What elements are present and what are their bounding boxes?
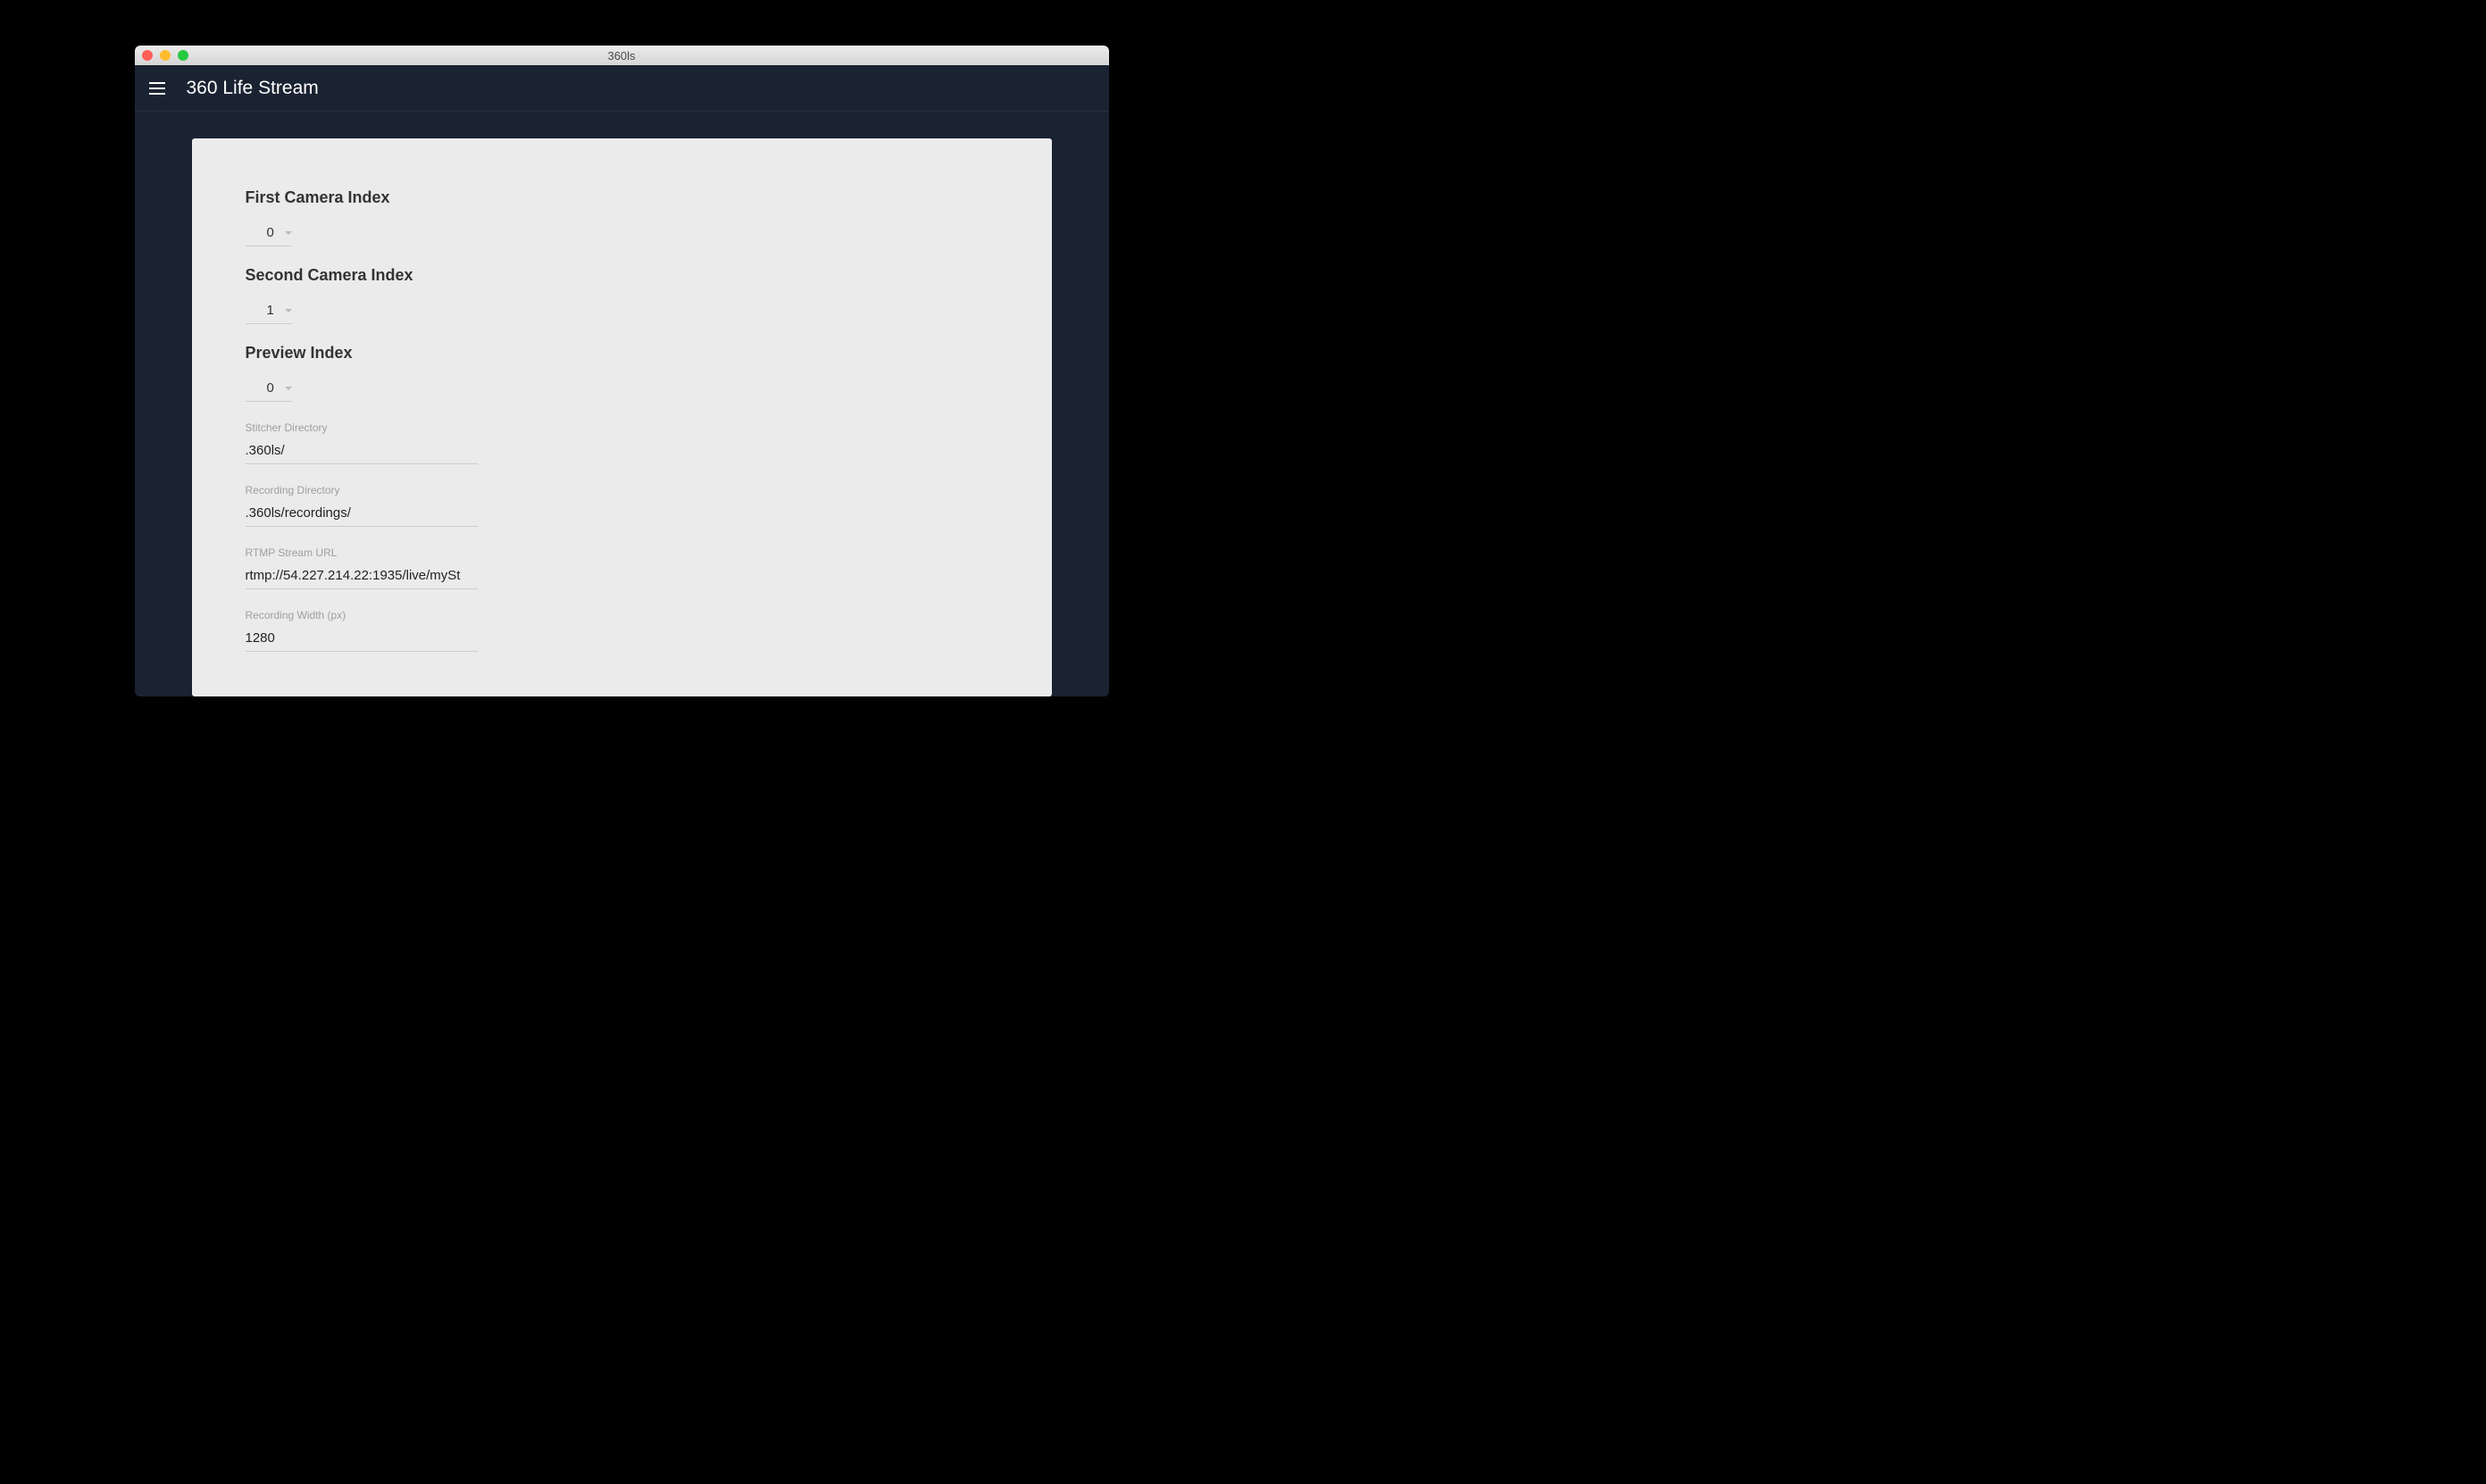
second-camera-value: 1	[267, 303, 274, 318]
stitcher-dir-field: Stitcher Directory	[246, 421, 478, 464]
titlebar: 360ls	[135, 46, 1109, 65]
settings-card: First Camera Index 0 Second Camera Index…	[192, 138, 1052, 696]
menu-icon[interactable]	[149, 78, 171, 99]
app-title: 360 Life Stream	[187, 78, 319, 99]
chevron-down-icon	[285, 387, 292, 390]
stitcher-dir-input[interactable]	[246, 439, 478, 464]
recording-width-input[interactable]	[246, 627, 478, 652]
recording-dir-label: Recording Directory	[246, 484, 478, 496]
first-camera-dropdown[interactable]: 0	[246, 225, 292, 246]
preview-index-dropdown[interactable]: 0	[246, 380, 292, 402]
recording-dir-input[interactable]	[246, 502, 478, 527]
recording-width-field: Recording Width (px)	[246, 609, 478, 652]
stitcher-dir-label: Stitcher Directory	[246, 421, 478, 434]
chevron-down-icon	[285, 309, 292, 313]
content-area: First Camera Index 0 Second Camera Index…	[135, 112, 1109, 696]
second-camera-label: Second Camera Index	[246, 266, 998, 285]
recording-width-label: Recording Width (px)	[246, 609, 478, 621]
rtmp-url-input[interactable]	[246, 564, 478, 589]
traffic-lights	[142, 50, 188, 61]
maximize-window-button[interactable]	[178, 50, 188, 61]
preview-index-label: Preview Index	[246, 344, 998, 363]
recording-dir-field: Recording Directory	[246, 484, 478, 527]
app-header: 360 Life Stream	[135, 65, 1109, 112]
rtmp-url-field: RTMP Stream URL	[246, 546, 478, 589]
first-camera-label: First Camera Index	[246, 188, 998, 207]
window-title: 360ls	[607, 49, 635, 63]
rtmp-url-label: RTMP Stream URL	[246, 546, 478, 559]
close-window-button[interactable]	[142, 50, 153, 61]
second-camera-dropdown[interactable]: 1	[246, 303, 292, 324]
chevron-down-icon	[285, 231, 292, 235]
app-window: 360ls 360 Life Stream First Camera Index…	[135, 46, 1109, 696]
minimize-window-button[interactable]	[160, 50, 171, 61]
preview-index-value: 0	[267, 380, 274, 396]
first-camera-value: 0	[267, 225, 274, 240]
